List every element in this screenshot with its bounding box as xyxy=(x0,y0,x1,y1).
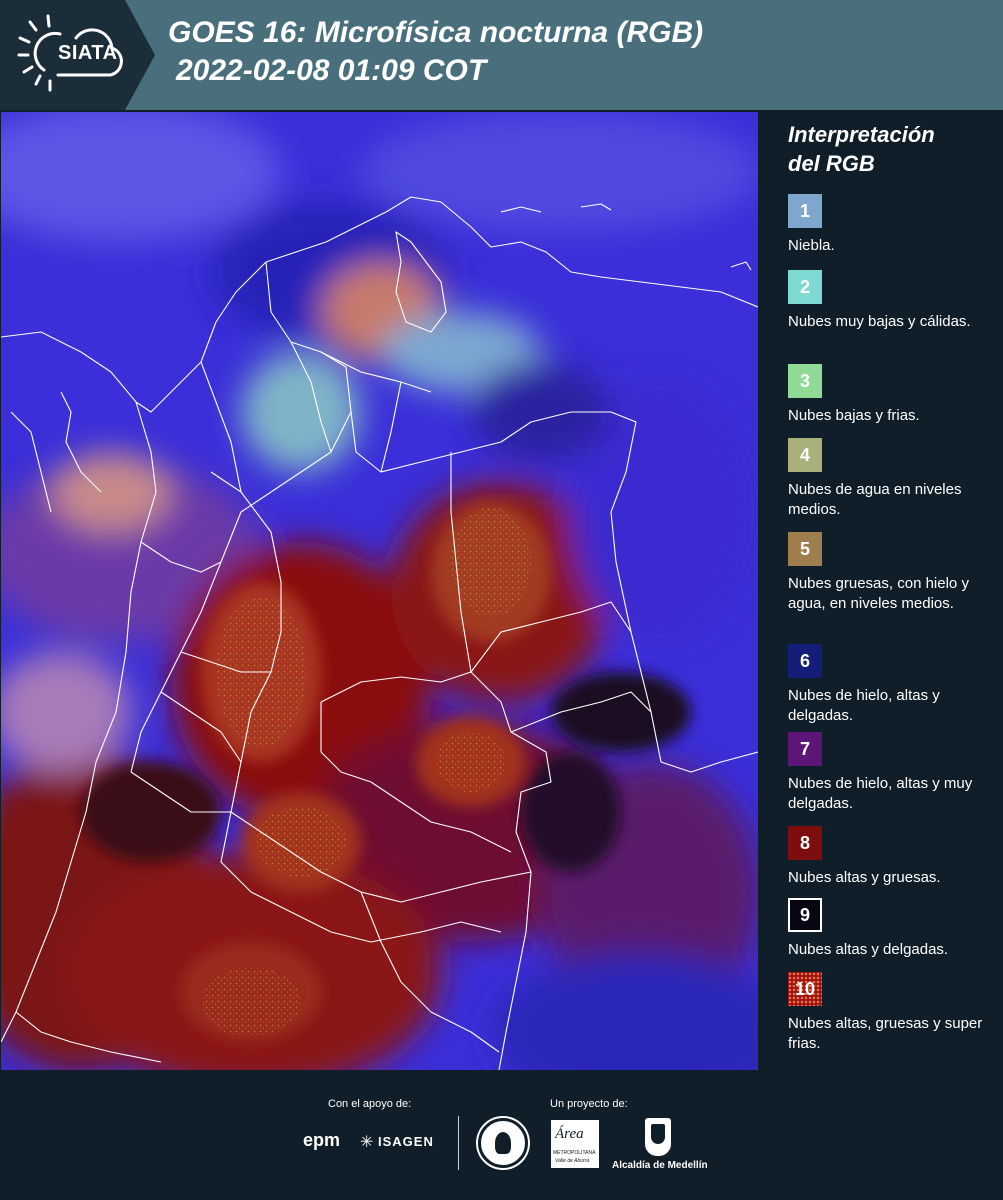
legend-label: Nubes de hielo, altas y muy delgadas. xyxy=(788,775,973,812)
siata-logo: SIATA xyxy=(0,0,155,110)
legend-label: Nubes altas, gruesas y super frias. xyxy=(788,1015,983,1052)
legend-item-niebla: 1 Niebla. xyxy=(788,194,988,256)
legend-swatch: 4 xyxy=(788,438,822,472)
legend-label: Nubes altas y gruesas. xyxy=(788,869,941,886)
legend-item-muy-bajas-calidas: 2 Nubes muy bajas y cálidas. xyxy=(788,270,988,332)
legend-swatch: 9 xyxy=(788,898,822,932)
project-label: Un proyecto de: xyxy=(550,1098,628,1110)
header-bar: SIATA GOES 16: Microfísica nocturna (RGB… xyxy=(0,0,1003,110)
legend-swatch: 8 xyxy=(788,826,822,860)
legend-label: Niebla. xyxy=(788,237,835,254)
legend-title-line1: Interpretación xyxy=(788,122,935,147)
siata-logo-text: SIATA xyxy=(58,42,118,64)
legend-swatch: 6 xyxy=(788,644,822,678)
amva-name: Área xyxy=(555,1126,584,1142)
legend-label: Nubes de agua en niveles medios. xyxy=(788,481,962,518)
title-product: GOES 16: Microfísica nocturna (RGB) xyxy=(168,16,704,49)
amva-sub2: Valle de Aburrá xyxy=(555,1158,590,1164)
legend-swatch: 10 xyxy=(788,972,822,1006)
satellite-rgb-image xyxy=(1,112,758,1070)
rgb-legend: Interpretación del RGB 1 Niebla. 2 Nubes… xyxy=(770,112,995,1070)
legend-label: Nubes gruesas, con hielo y agua, en nive… xyxy=(788,575,969,612)
legend-label: Nubes muy bajas y cálidas. xyxy=(788,313,971,330)
medellin-seal-icon xyxy=(478,1118,528,1168)
support-label: Con el apoyo de: xyxy=(328,1098,412,1110)
page-title: GOES 16: Microfísica nocturna (RGB) 2022… xyxy=(168,14,703,90)
legend-item-agua-niveles-medios: 4 Nubes de agua en niveles medios. xyxy=(788,438,988,520)
alcaldia-label: Alcaldía de Medellín xyxy=(612,1160,708,1171)
legend-swatch: 7 xyxy=(788,732,822,766)
footer-sponsors: Con el apoyo de: Un proyecto de: epm ✳ I… xyxy=(0,1070,1003,1200)
legend-item-super-frias: 10 Nubes altas, gruesas y super frias. xyxy=(788,972,988,1054)
legend-label: Nubes altas y delgadas. xyxy=(788,941,949,958)
legend-title: Interpretación del RGB xyxy=(788,120,935,178)
legend-item-gruesas-hielo-agua: 5 Nubes gruesas, con hielo y agua, en ni… xyxy=(788,532,988,614)
legend-swatch: 3 xyxy=(788,364,822,398)
legend-swatch: 1 xyxy=(788,194,822,228)
footer-divider xyxy=(458,1116,459,1170)
legend-item-bajas-frias: 3 Nubes bajas y frias. xyxy=(788,364,988,426)
legend-title-line2: del RGB xyxy=(788,151,875,176)
satellite-map-graphic xyxy=(1,112,758,1070)
area-metropolitana-logo: Área METROPOLITANA Valle de Aburrá xyxy=(551,1120,599,1168)
legend-label: Nubes de hielo, altas y delgadas. xyxy=(788,687,940,724)
title-timestamp: 2022-02-08 01:09 COT xyxy=(176,54,487,87)
legend-item-hielo-muy-delgadas: 7 Nubes de hielo, altas y muy delgadas. xyxy=(788,732,988,814)
legend-item-altas-delgadas: 9 Nubes altas y delgadas. xyxy=(788,898,988,960)
legend-item-altas-gruesas: 8 Nubes altas y gruesas. xyxy=(788,826,988,888)
alcaldia-shield-icon xyxy=(645,1118,671,1156)
epm-logo: epm xyxy=(303,1130,341,1150)
legend-swatch: 2 xyxy=(788,270,822,304)
amva-sub1: METROPOLITANA xyxy=(553,1150,596,1156)
isagen-logo: ISAGEN xyxy=(378,1134,434,1149)
legend-item-hielo-altas-delgadas: 6 Nubes de hielo, altas y delgadas. xyxy=(788,644,988,726)
legend-label: Nubes bajas y frias. xyxy=(788,407,920,424)
isagen-logo-icon: ✳ xyxy=(360,1132,374,1151)
legend-swatch: 5 xyxy=(788,532,822,566)
